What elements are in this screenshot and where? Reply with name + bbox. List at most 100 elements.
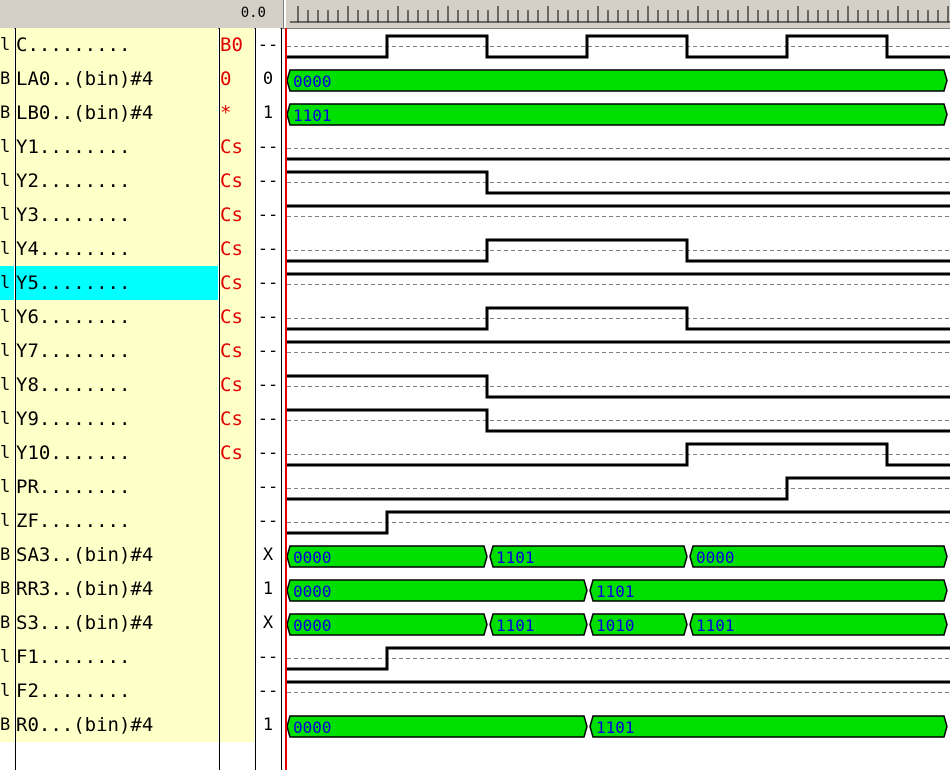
- signal-value: [220, 708, 254, 742]
- signal-symbol: --: [256, 674, 280, 708]
- signal-name: Y10.......: [16, 436, 218, 470]
- waveform-signal: [287, 34, 950, 59]
- waveform-signal: [287, 204, 950, 217]
- signal-type: l: [0, 470, 14, 504]
- bus-value-label: 1101: [496, 616, 535, 635]
- signal-type: l: [0, 504, 14, 538]
- bus-segment: [287, 715, 588, 738]
- signal-symbol: X: [256, 606, 280, 640]
- signal-value: Cs: [220, 402, 254, 436]
- waveform-signal: [287, 476, 950, 501]
- signal-name: Y8........: [16, 368, 218, 402]
- signal-symbol: --: [256, 470, 280, 504]
- waveform-signal: [287, 340, 950, 353]
- bus-value-label: 1010: [596, 616, 635, 635]
- signal-type: l: [0, 266, 14, 300]
- signal-type: B: [0, 572, 14, 606]
- signal-type: l: [0, 232, 14, 266]
- signal-type: B: [0, 62, 14, 96]
- signal-symbol: 0: [256, 62, 280, 96]
- signal-symbol: X: [256, 538, 280, 572]
- signal-type: l: [0, 164, 14, 198]
- waveform-bus: 0000 1101: [287, 715, 948, 738]
- signal-type: l: [0, 674, 14, 708]
- signal-value: Cs: [220, 266, 254, 300]
- bus-value-label: 1101: [596, 582, 635, 601]
- signal-symbol: --: [256, 28, 280, 62]
- bus-value-label: 0000: [293, 718, 332, 737]
- waveform-signal: [287, 510, 950, 535]
- signal-symbol: 1: [256, 708, 280, 742]
- signal-symbol: --: [256, 334, 280, 368]
- bus-value-label: 0000: [696, 548, 735, 567]
- waveform-bus: 0000 1101 0000: [287, 545, 948, 568]
- bus-value-label: 0000: [293, 548, 332, 567]
- column-divider-symbol[interactable]: [281, 28, 282, 770]
- waveform-signal: [287, 306, 950, 331]
- waveform-bus: 0000 1101: [287, 579, 948, 602]
- signal-symbol: 1: [256, 572, 280, 606]
- signal-value: Cs: [220, 198, 254, 232]
- waveform-signal: [287, 374, 950, 399]
- column-divider-name[interactable]: [219, 28, 220, 770]
- time-cursor[interactable]: [285, 28, 287, 770]
- time-ruler[interactable]: [290, 0, 950, 28]
- signal-name: R0...(bin)#4: [16, 708, 218, 742]
- waveform-bus: 0000 1101 1010 1101: [287, 613, 948, 636]
- signal-value: [220, 674, 254, 708]
- signal-name: LB0..(bin)#4: [16, 96, 218, 130]
- waveform-signal: [287, 408, 950, 433]
- bus-value-label: 0000: [293, 616, 332, 635]
- waveform-signal: [287, 148, 950, 161]
- signal-value: Cs: [220, 436, 254, 470]
- signal-type: l: [0, 198, 14, 232]
- waveform-signal: [287, 646, 950, 671]
- signal-type: l: [0, 402, 14, 436]
- bus-value-label: 1101: [596, 718, 635, 737]
- signal-name: Y7........: [16, 334, 218, 368]
- signal-name: LA0..(bin)#4: [16, 62, 218, 96]
- waveform-signal: [287, 272, 950, 285]
- signal-value: Cs: [220, 334, 254, 368]
- column-divider-type[interactable]: [15, 28, 16, 770]
- waveform-signal: [287, 442, 950, 467]
- signal-symbol: --: [256, 504, 280, 538]
- waveform-signal: [287, 170, 950, 195]
- bus-value-label: 1101: [696, 616, 735, 635]
- signal-type: B: [0, 538, 14, 572]
- signal-symbol: --: [256, 164, 280, 198]
- column-divider-value[interactable]: [255, 28, 256, 770]
- bus-value-label: 1101: [496, 548, 535, 567]
- signal-symbol: --: [256, 402, 280, 436]
- signal-name: F2........: [16, 674, 218, 708]
- signal-value: [220, 572, 254, 606]
- waveform-area[interactable]: 0000 1101 0000 1101 0000 0000 1101 0000 1101 1010…: [287, 28, 950, 770]
- signal-name: SA3..(bin)#4: [16, 538, 218, 572]
- cursor-time-label: 0.0: [240, 5, 266, 21]
- signal-symbol: --: [256, 266, 280, 300]
- signal-symbol: --: [256, 130, 280, 164]
- waveform-bus: 1101: [287, 103, 948, 126]
- signal-name: C.........: [16, 28, 218, 62]
- signal-value: [220, 606, 254, 640]
- timeline-header: 0.0: [0, 0, 950, 29]
- header-divider[interactable]: [283, 0, 286, 28]
- signal-symbol: --: [256, 232, 280, 266]
- signal-type: l: [0, 130, 14, 164]
- bus-segment: [287, 69, 948, 92]
- signal-type: l: [0, 640, 14, 674]
- signal-value: 0: [220, 62, 254, 96]
- signal-name: Y1........: [16, 130, 218, 164]
- signal-name: RR3..(bin)#4: [16, 572, 218, 606]
- signal-value: Cs: [220, 164, 254, 198]
- signal-name: Y6........: [16, 300, 218, 334]
- signal-name: Y2........: [16, 164, 218, 198]
- signal-name: PR........: [16, 470, 218, 504]
- signal-symbol: --: [256, 368, 280, 402]
- signal-value: [220, 538, 254, 572]
- bus-segment: [287, 103, 948, 126]
- signal-value: Cs: [220, 368, 254, 402]
- bus-value-label: 0000: [293, 582, 332, 601]
- signal-name: Y9........: [16, 402, 218, 436]
- signal-type: B: [0, 708, 14, 742]
